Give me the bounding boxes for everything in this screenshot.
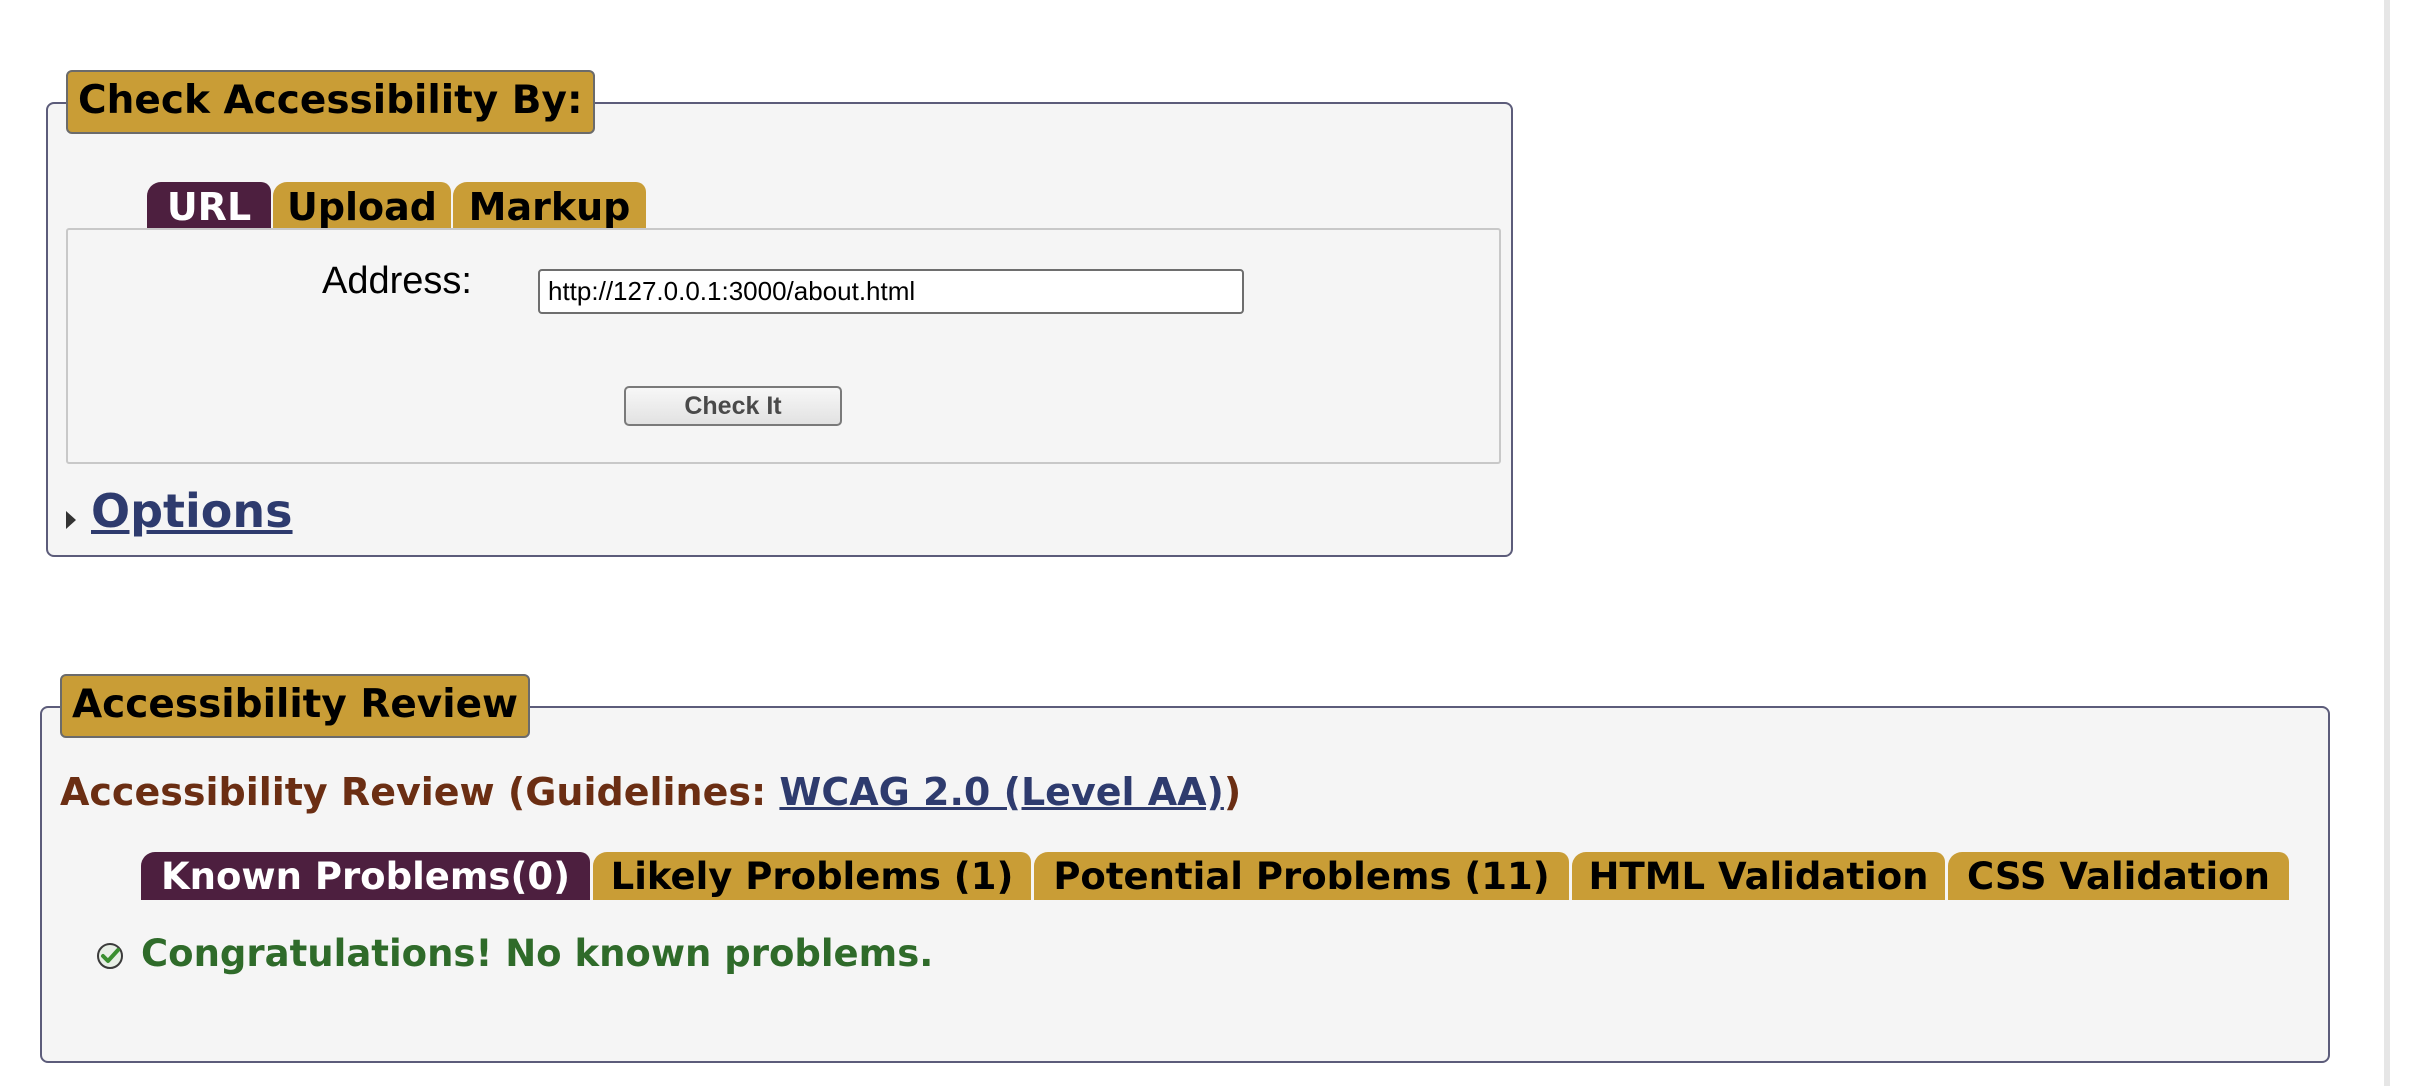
triangle-right-icon[interactable]: [66, 511, 76, 529]
review-heading-prefix: Accessibility Review (Guidelines:: [60, 770, 780, 814]
review-heading-suffix: ): [1223, 770, 1242, 814]
tab-css-validation[interactable]: CSS Validation: [1948, 852, 2289, 900]
tab-upload[interactable]: Upload: [273, 182, 451, 230]
wcag-guideline-link[interactable]: WCAG 2.0 (Level AA): [779, 770, 1224, 814]
accessibility-review-legend: Accessibility Review: [60, 674, 531, 738]
scrollbar-track[interactable]: [2384, 0, 2390, 1086]
no-problems-message: Congratulations! No known problems.: [141, 932, 934, 975]
tab-url[interactable]: URL: [147, 182, 271, 230]
tab-potential-problems[interactable]: Potential Problems (11): [1034, 852, 1569, 900]
page: Check Accessibility By: URL Upload Marku…: [0, 0, 2426, 1086]
url-form-box: [66, 228, 1501, 464]
tab-known-problems[interactable]: Known Problems(0): [141, 852, 590, 900]
tab-likely-problems[interactable]: Likely Problems (1): [593, 852, 1031, 900]
tab-html-validation[interactable]: HTML Validation: [1572, 852, 1945, 900]
check-it-button[interactable]: Check It: [624, 386, 842, 426]
check-accessibility-legend: Check Accessibility By:: [66, 70, 595, 134]
address-label: Address:: [322, 260, 472, 302]
options-link[interactable]: Options: [91, 484, 293, 538]
tab-markup[interactable]: Markup: [453, 182, 646, 230]
address-input[interactable]: [538, 269, 1244, 314]
check-circle-icon: [97, 943, 123, 969]
review-heading: Accessibility Review (Guidelines: WCAG 2…: [60, 770, 1241, 814]
